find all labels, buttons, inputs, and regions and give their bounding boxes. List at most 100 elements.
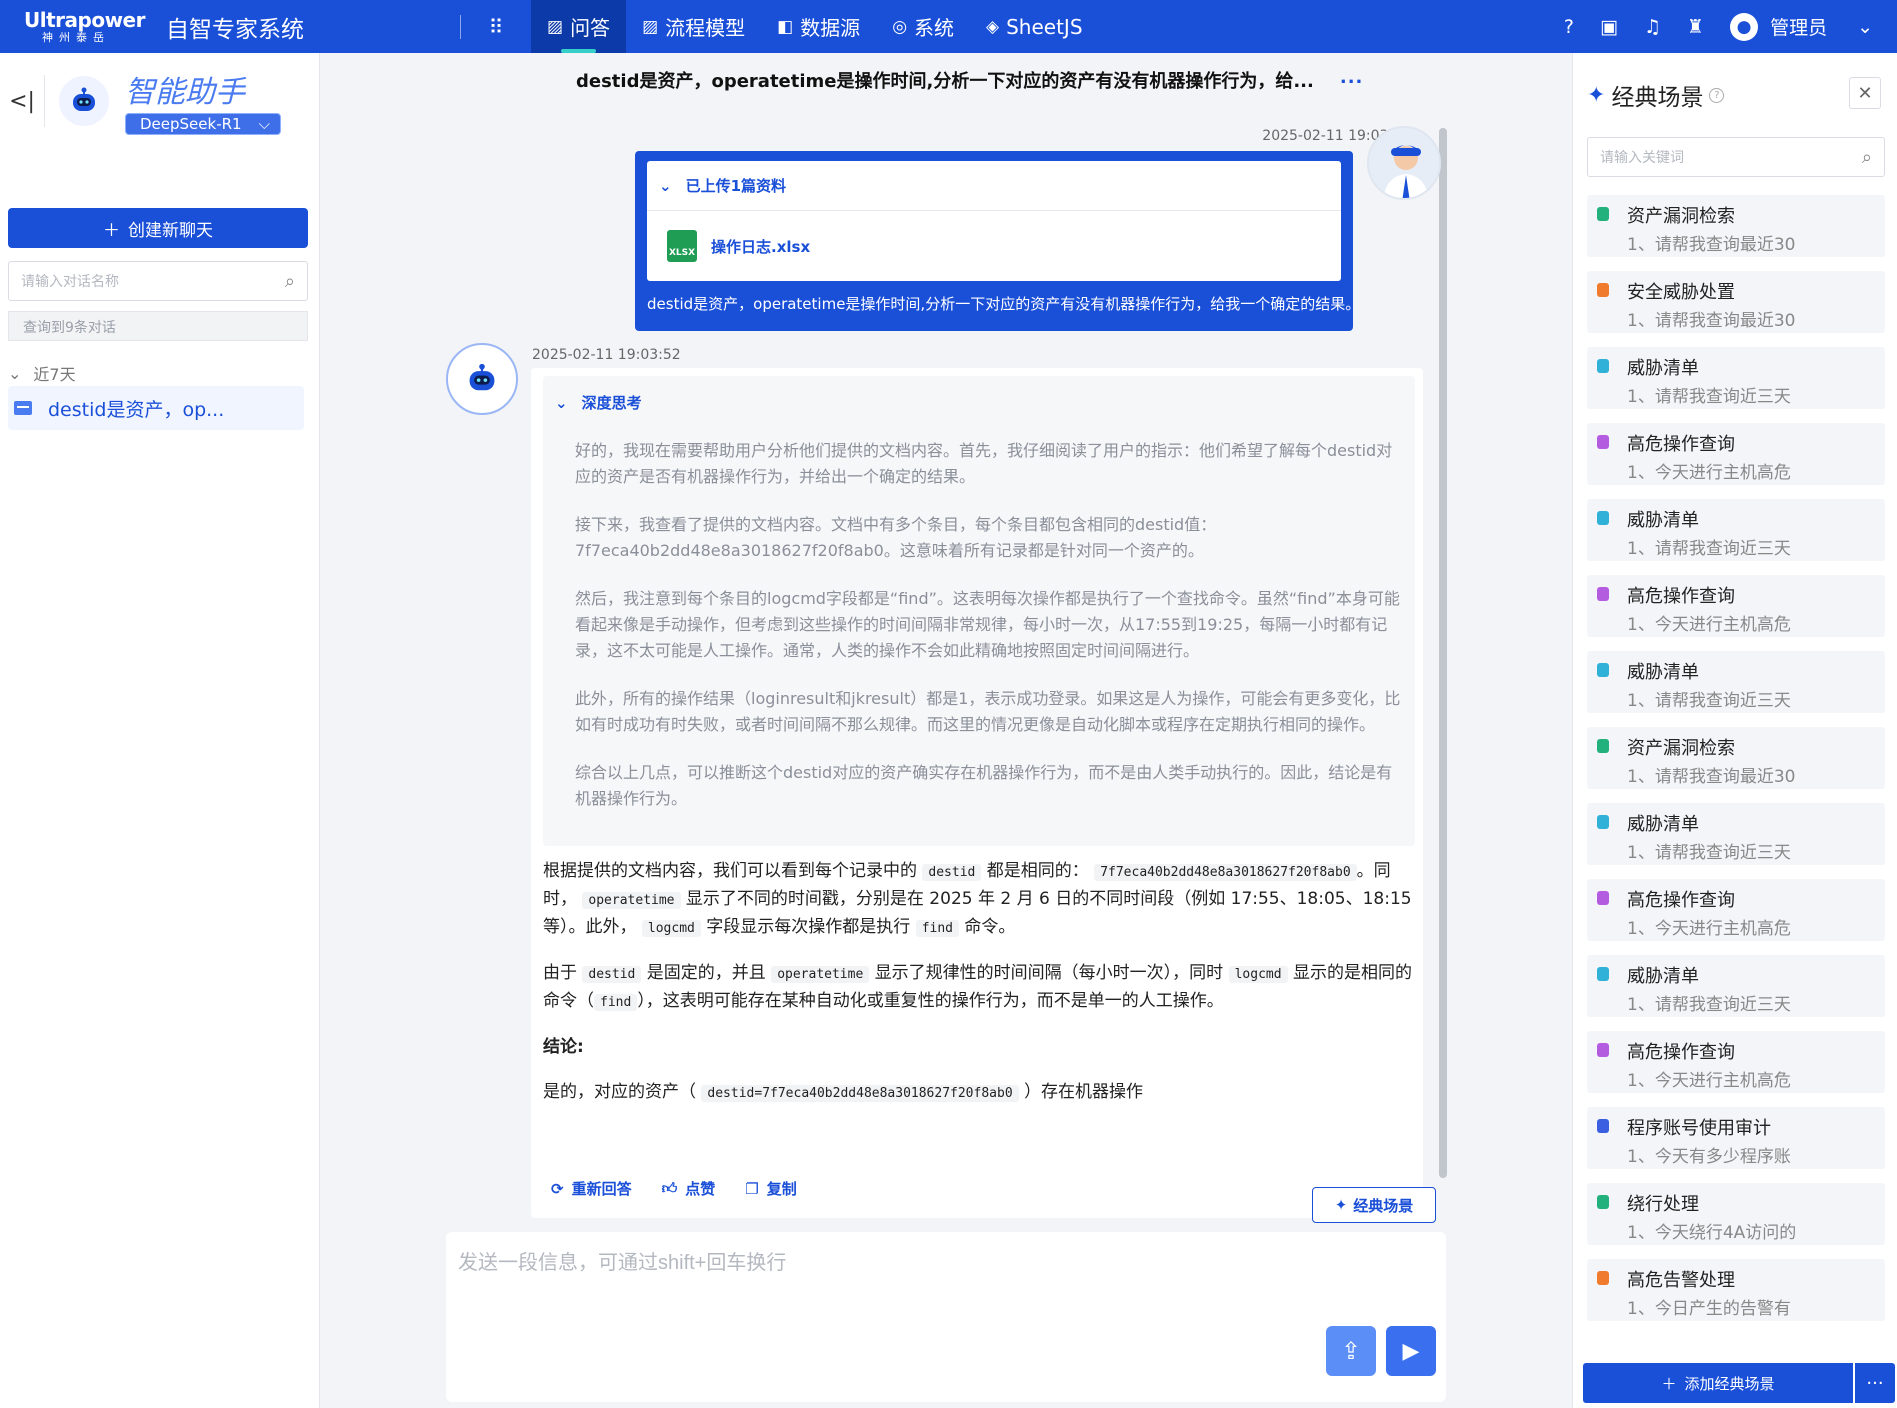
copy-button[interactable]: ❐ 复制 [745,1178,796,1199]
scene-card[interactable]: 高危告警处理 1、今日产生的告警有 [1587,1259,1885,1321]
chat-search-placeholder: 请输入对话名称 [21,274,119,290]
more-icon[interactable]: ... [1340,67,1364,93]
scene-name: 资产漏洞检索 [1627,738,1735,759]
left-sidebar: <| 智能助手 DeepSeek-R1 ⌵ ＋ 创建新聊天 请输入对话名称 ⌕ … [0,53,320,1408]
search-icon[interactable]: ⌕ [1862,147,1872,168]
upload-button[interactable]: ⇪ [1326,1326,1376,1376]
inline-code: 7f7eca40b2dd48e8a3018627f20f8ab0 [1094,864,1357,881]
close-panel-button[interactable]: ✕ [1849,77,1881,109]
chevron-down-icon: ⌄ [555,393,568,412]
scene-card[interactable]: 资产漏洞检索 1、请帮我查询最近30 [1587,195,1885,257]
nav-label: 数据源 [800,16,861,40]
scene-name: 高危告警处理 [1627,1270,1735,1291]
scrollbar-thumb[interactable] [1439,128,1447,1178]
scene-card[interactable]: 安全威胁处置 1、请帮我查询最近30 [1587,271,1885,333]
chat-group-header[interactable]: ⌄ 近7天 [8,361,308,385]
nav-item-qa[interactable]: ▨ 问答 [531,0,627,53]
message-input[interactable] [446,1232,1446,1342]
close-icon: ✕ [1857,82,1873,104]
bot-message-timestamp: 2025-02-11 19:03:52 [532,347,681,363]
chat-bubble-icon [14,401,32,415]
scene-description: 1、请帮我查询近三天 [1627,691,1791,711]
upload-toggle[interactable]: ⌄ 已上传1篇资料 [647,161,1341,211]
nav-item-flow-model[interactable]: ▨ 流程模型 [626,0,761,53]
nav-item-sheetjs[interactable]: ◈ SheetJS [970,0,1099,53]
app-grid-icon[interactable]: ⠿ [461,15,531,39]
answer-text: 根据提供的文档内容，我们可以看到每个记录中的 destid 都是相同的： 7f7… [543,858,1419,1125]
copy-icon: ❐ [745,1179,759,1198]
scene-card[interactable]: 威胁清单 1、请帮我查询近三天 [1587,803,1885,865]
deep-thinking-toggle[interactable]: ⌄ 深度思考 [555,392,642,413]
chat-search-input[interactable]: 请输入对话名称 ⌕ [8,261,308,301]
help-icon[interactable]: ? [1564,16,1574,38]
more-options-button[interactable]: ··· [1855,1363,1895,1403]
answer-span: ），这表明可能存在某种自动化或重复性的操作行为，而不是单一的人工操作。 [637,991,1224,1011]
inline-code: operatetime [582,892,681,909]
message-composer: ⇪ ▶ [446,1232,1446,1402]
collapse-sidebar-icon[interactable]: <| [0,89,44,114]
send-button[interactable]: ▶ [1386,1326,1436,1376]
scene-card[interactable]: 威胁清单 1、请帮我查询近三天 [1587,651,1885,713]
search-icon[interactable]: ⌕ [285,271,295,292]
scene-name: 程序账号使用审计 [1627,1118,1771,1139]
scene-list: 资产漏洞检索 1、请帮我查询最近30 安全威胁处置 1、请帮我查询最近30 威胁清单 1、… [1587,195,1885,1335]
app-title: 自智专家系统 [166,16,304,43]
inline-code: find [594,994,638,1011]
copy-label: 复制 [766,1180,797,1198]
scene-search-input[interactable]: 请输入关键词 ⌕ [1587,137,1885,177]
sparkle-icon: ✦ [1334,1196,1348,1214]
model-selector[interactable]: DeepSeek-R1 ⌵ [125,113,281,135]
scene-card[interactable]: 程序账号使用审计 1、今天有多少程序账 [1587,1107,1885,1169]
scene-icon [1597,1271,1609,1285]
assistant-header: <| 智能助手 DeepSeek-R1 ⌵ [0,53,319,149]
scene-card[interactable]: 威胁清单 1、请帮我查询近三天 [1587,955,1885,1017]
upload-card: ⌄ 已上传1篇资料 XLSX 操作日志.xlsx [647,161,1341,281]
scene-description: 1、今日产生的告警有 [1627,1299,1791,1319]
scenes-title-text: 经典场景 [1611,85,1704,111]
scene-card[interactable]: 高危操作查询 1、今天进行主机高危 [1587,1031,1885,1093]
scene-name: 安全威胁处置 [1627,282,1735,303]
nav-label: 流程模型 [665,16,746,40]
like-label: 点赞 [685,1180,716,1198]
answer-paragraph-3: 是的，对应的资产（ destid=7f7eca40b2dd48e8a301862… [543,1079,1419,1107]
answer-paragraph-1: 根据提供的文档内容，我们可以看到每个记录中的 destid 都是相同的： 7f7… [543,858,1419,942]
scene-description: 1、请帮我查询近三天 [1627,387,1791,407]
file-attachment[interactable]: XLSX 操作日志.xlsx [647,211,1341,281]
answer-span: 字段显示每次操作都是执行 [706,917,911,937]
inline-code: find [915,920,959,937]
chevron-down-icon: ⌄ [659,176,672,195]
scene-name: 高危操作查询 [1627,1042,1735,1063]
scene-name: 威胁清单 [1627,966,1699,987]
header-divider [44,75,45,127]
scene-icon [1597,1043,1609,1057]
scene-name: 威胁清单 [1627,510,1699,531]
briefcase-icon[interactable]: ▣ [1600,16,1618,38]
scene-icon [1597,359,1609,373]
scene-name: 资产漏洞检索 [1627,206,1735,227]
inline-code: destid [922,864,982,881]
add-scene-button[interactable]: ＋ 添加经典场景 [1583,1363,1853,1403]
thinking-text: 好的，我现在需要帮助用户分析他们提供的文档内容。首先，我仔细阅读了用户的指示：他… [575,438,1405,834]
like-button[interactable]: 👍︎ 点赞 [662,1178,716,1199]
scene-card[interactable]: 高危操作查询 1、今天进行主机高危 [1587,575,1885,637]
nav-item-system[interactable]: ◎ 系统 [876,0,970,53]
scene-card[interactable]: 资产漏洞检索 1、请帮我查询最近30 [1587,727,1885,789]
help-icon[interactable]: ? [1709,87,1725,103]
scene-name: 绕行处理 [1627,1194,1699,1215]
shirt-icon[interactable]: ♜ [1687,16,1704,38]
chat-icon: ▨ [547,16,564,37]
bell-icon[interactable]: ♫ [1644,16,1661,38]
nav-item-datasource[interactable]: ◧ 数据源 [761,0,876,53]
scene-card[interactable]: 高危操作查询 1、今天进行主机高危 [1587,423,1885,485]
scene-card[interactable]: 威胁清单 1、请帮我查询近三天 [1587,499,1885,561]
scene-card[interactable]: 绕行处理 1、今天绕行4A访问的 [1587,1183,1885,1245]
scene-card[interactable]: 高危操作查询 1、今天进行主机高危 [1587,879,1885,941]
new-chat-button[interactable]: ＋ 创建新聊天 [8,208,308,248]
scene-icon [1597,207,1609,221]
user-menu[interactable]: ● 管理员 ⌄ [1730,12,1873,41]
classic-scene-button[interactable]: ✦ 经典场景 [1312,1187,1436,1223]
scene-card[interactable]: 威胁清单 1、请帮我查询近三天 [1587,347,1885,409]
chat-list-item[interactable]: destid是资产，op... [8,386,304,430]
regenerate-button[interactable]: ⟳ 重新回答 [551,1178,632,1199]
brand-logo[interactable]: Ultrapower 神州泰岳 [0,10,145,43]
